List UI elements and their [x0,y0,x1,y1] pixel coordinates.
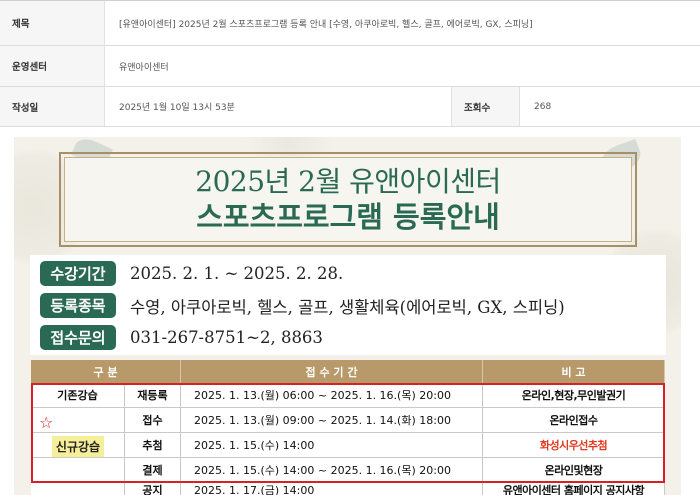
poster-title-line2: 스포츠프로그램 등록안내 [196,199,500,234]
header-period: 접 수 기 간 [181,360,483,383]
meta-row-title: 제목 [유앤아이센터] 2025년 2월 스포츠프로그램 등록 안내 [수영, … [0,1,700,46]
post-title: [유앤아이센터] 2025년 2월 스포츠프로그램 등록 안내 [수영, 아쿠아… [119,19,533,30]
poster-title-line1: 2025년 2월 유앤아이센터 [195,164,501,198]
info-panel: 수강기간 2025. 2. 1. ~ 2025. 2. 28. 등록종목 수영,… [30,255,666,355]
table-row: 기존강습 재등록 2025. 1. 13.(월) 06:00 ~ 2025. 1… [31,383,665,408]
table-row: 접수 2025. 1. 13.(월) 09:00 ~ 2025. 1. 14.(… [31,408,665,433]
schedule-table: 구 분 접 수 기 간 비 고 기존강습 재등록 2025. 1. 13.(월)… [31,360,665,495]
date-label: 작성일 [0,87,105,126]
info-pill-period: 수강기간 [40,261,116,286]
header-category: 구 분 [31,360,181,383]
row-step: 재등록 [125,383,181,407]
info-pill-programs: 등록종목 [40,293,116,318]
row-period: 2025. 1. 13.(월) 06:00 ~ 2025. 1. 16.(목) … [181,383,483,407]
info-value-contact: 031-267-8751~2, 8863 [130,328,323,347]
info-row-contact: 접수문의 031-267-8751~2, 8863 [40,325,323,350]
row-group: 기존강습 [31,383,125,407]
row-note: 유앤아이센터 홈페이지 공지사항 [483,483,665,495]
row-note: 온라인,현장,무인발권기 [483,383,665,407]
info-row-programs: 등록종목 수영, 아쿠아로빅, 헬스, 골프, 생활체육(에어로빅, GX, 스… [40,293,565,318]
meta-row-date: 작성일 2025년 1월 10일 13시 53분 조회수 268 [0,87,700,127]
header-note: 비 고 [483,360,665,383]
views-label: 조회수 [451,87,520,126]
info-row-period: 수강기간 2025. 2. 1. ~ 2025. 2. 28. [40,261,343,286]
center-label: 운영센터 [0,46,105,86]
center-value: 유앤아이센터 [119,62,169,73]
row-step: 공지 [125,483,181,495]
row-period: 2025. 1. 15.(수) 14:00 [181,433,483,457]
schedule-body: 기존강습 재등록 2025. 1. 13.(월) 06:00 ~ 2025. 1… [31,383,665,495]
star-icon: ☆ [39,413,54,432]
meta-row-center: 운영센터 유앤아이센터 [0,46,700,87]
table-row: 결제 2025. 1. 15.(수) 14:00 ~ 2025. 1. 16.(… [31,458,665,483]
views-value: 268 [534,101,552,112]
new-course-text: 신규강습 [51,436,105,457]
row-step: 추첨 [125,433,181,457]
row-period: 2025. 1. 13.(월) 09:00 ~ 2025. 1. 14.(화) … [181,408,483,432]
row-group [31,483,125,495]
poster-title-box: 2025년 2월 유앤아이센터 스포츠프로그램 등록안내 [59,152,637,247]
row-period: 2025. 1. 15.(수) 14:00 ~ 2025. 1. 16.(목) … [181,458,483,482]
row-step: 결제 [125,458,181,482]
row-note: 온라인접수 [483,408,665,432]
row-note: 온라인및현장 [483,458,665,482]
info-pill-contact: 접수문의 [40,325,116,350]
table-row: 공지 2025. 1. 17.(금) 14:00 유앤아이센터 홈페이지 공지사… [31,483,665,495]
row-period: 2025. 1. 17.(금) 14:00 [181,483,483,495]
date-value: 2025년 1월 10일 13시 53분 [119,103,235,113]
schedule-header: 구 분 접 수 기 간 비 고 [31,360,665,383]
row-note-highlight: 화성시우선추첨 [483,433,665,457]
poster-image: 2025년 2월 유앤아이센터 스포츠프로그램 등록안내 수강기간 2025. … [14,137,681,495]
table-row: 추첨 2025. 1. 15.(수) 14:00 화성시우선추첨 [31,433,665,458]
row-step: 접수 [125,408,181,432]
info-value-period: 2025. 2. 1. ~ 2025. 2. 28. [130,264,344,283]
info-value-programs: 수영, 아쿠아로빅, 헬스, 골프, 생활체육(에어로빅, GX, 스피닝) [130,297,565,317]
title-label: 제목 [0,1,105,45]
post-meta-table: 제목 [유앤아이센터] 2025년 2월 스포츠프로그램 등록 안내 [수영, … [0,0,700,127]
